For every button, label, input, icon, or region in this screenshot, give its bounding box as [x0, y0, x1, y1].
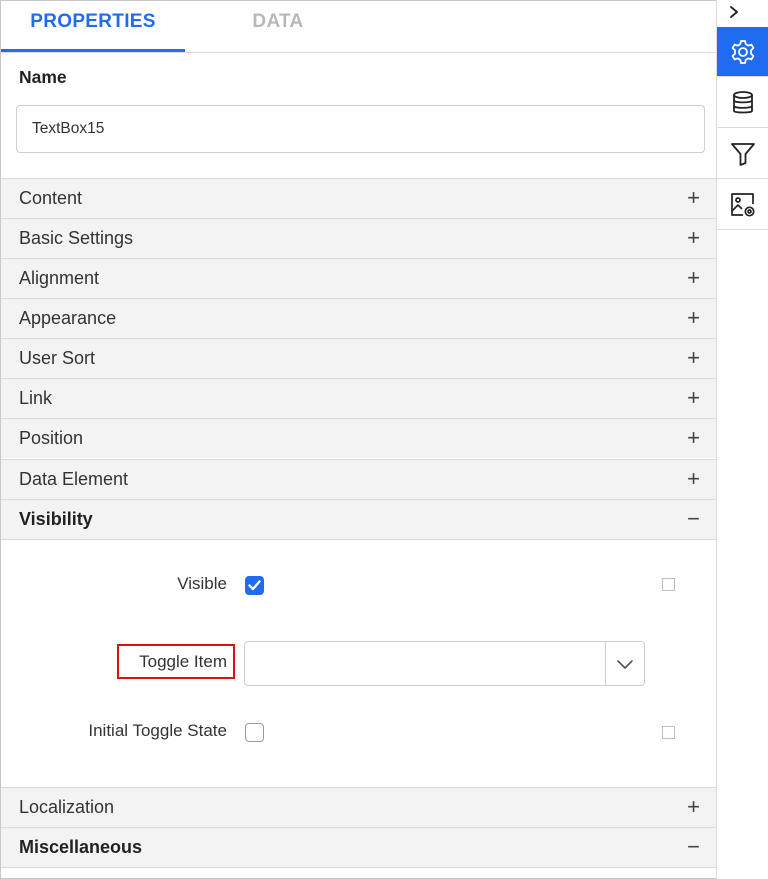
section-user-sort[interactable]: User Sort + — [1, 338, 716, 378]
name-input[interactable]: TextBox15 — [16, 105, 705, 153]
section-position[interactable]: Position + — [1, 418, 716, 458]
collapse-panel-button[interactable] — [717, 0, 768, 26]
section-appearance[interactable]: Appearance + — [1, 298, 716, 338]
visible-label: Visible — [177, 574, 227, 593]
expand-plus-icon[interactable]: + — [687, 299, 700, 337]
section-title: Visibility — [19, 509, 93, 529]
chevron-down-icon[interactable] — [615, 654, 635, 674]
settings-gear-icon — [731, 40, 755, 64]
section-title: Basic Settings — [19, 228, 134, 248]
section-title: Content — [19, 188, 83, 208]
section-alignment[interactable]: Alignment + — [1, 258, 716, 298]
section-link[interactable]: Link + — [1, 378, 716, 418]
section-title: Miscellaneous — [19, 837, 143, 857]
tab-properties[interactable]: PROPERTIES — [1, 1, 185, 52]
section-title: Appearance — [19, 308, 117, 328]
initial-toggle-expression-checkbox[interactable] — [662, 726, 675, 739]
expand-plus-icon[interactable]: + — [687, 788, 700, 826]
visible-expression-checkbox[interactable] — [662, 578, 675, 591]
expand-plus-icon[interactable]: + — [687, 419, 700, 457]
checkmark-icon — [248, 580, 261, 591]
dropdown-divider — [605, 642, 606, 685]
expand-plus-icon[interactable]: + — [687, 219, 700, 257]
tab-bar: PROPERTIES DATA — [1, 1, 716, 53]
toggle-item-label: Toggle Item — [139, 652, 227, 671]
expand-plus-icon[interactable]: + — [687, 460, 700, 498]
visible-checkbox[interactable] — [245, 576, 264, 595]
data-rail-button[interactable] — [717, 78, 768, 128]
section-content[interactable]: Content + — [1, 178, 716, 218]
section-localization[interactable]: Localization + — [1, 787, 716, 827]
collapse-minus-icon[interactable]: − — [687, 500, 700, 538]
expand-plus-icon[interactable]: + — [687, 179, 700, 217]
section-title: Link — [19, 388, 53, 408]
image-settings-icon — [731, 193, 755, 217]
name-label: Name — [19, 67, 67, 87]
section-title: Localization — [19, 797, 115, 817]
database-icon — [733, 91, 753, 114]
section-title: Data Element — [19, 469, 129, 489]
initial-toggle-state-checkbox[interactable] — [245, 723, 264, 742]
collapse-minus-icon[interactable]: − — [687, 828, 700, 866]
filter-icon — [731, 143, 755, 166]
section-visibility[interactable]: Visibility − — [1, 499, 716, 540]
filter-rail-button[interactable] — [717, 129, 768, 179]
image-settings-rail-button[interactable] — [717, 180, 768, 230]
properties-pane: PROPERTIES DATA Name TextBox15 Content +… — [1, 1, 716, 878]
properties-rail-button[interactable] — [717, 27, 768, 77]
section-data-element[interactable]: Data Element + — [1, 459, 716, 499]
toggle-item-dropdown[interactable] — [244, 641, 645, 686]
section-title: Position — [19, 428, 84, 448]
section-miscellaneous[interactable]: Miscellaneous − — [1, 827, 716, 868]
section-title: Alignment — [19, 268, 100, 288]
chevron-right-icon — [730, 6, 738, 18]
tab-data[interactable]: DATA — [185, 1, 371, 52]
section-basic-settings[interactable]: Basic Settings + — [1, 218, 716, 258]
section-title: User Sort — [19, 348, 96, 368]
right-icon-rail — [716, 0, 768, 879]
expand-plus-icon[interactable]: + — [687, 259, 700, 297]
expand-plus-icon[interactable]: + — [687, 339, 700, 377]
expand-plus-icon[interactable]: + — [687, 379, 700, 417]
initial-toggle-state-label: Initial Toggle State — [88, 721, 227, 740]
